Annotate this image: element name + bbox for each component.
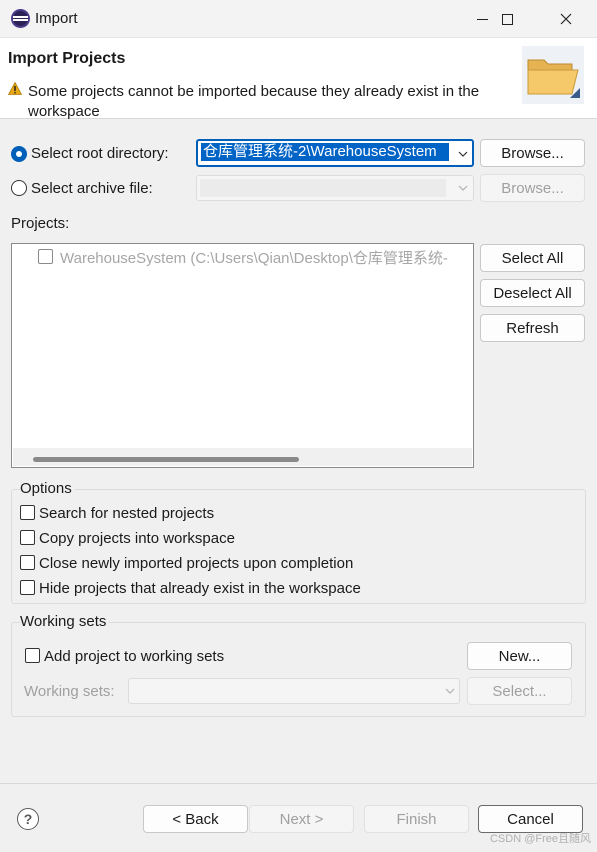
root-directory-radio[interactable] (11, 146, 27, 162)
window-title: Import (35, 10, 78, 27)
working-sets-label: Working sets: (24, 683, 115, 700)
warning-message: Some projects cannot be imported because… (28, 83, 480, 120)
page-title: Import Projects (8, 50, 126, 67)
back-button[interactable]: < Back (143, 805, 248, 833)
close-button[interactable] (543, 0, 589, 38)
add-working-set-checkbox[interactable] (25, 648, 40, 663)
browse-directory-button[interactable]: Browse... (480, 139, 585, 167)
close-imported-label[interactable]: Close newly imported projects upon compl… (39, 555, 353, 572)
title-bar: Import (0, 0, 597, 38)
add-working-set-label[interactable]: Add project to working sets (44, 648, 224, 665)
maximize-button[interactable] (484, 0, 530, 38)
root-directory-combo[interactable]: 仓库管理系统-2\WarehouseSystem (196, 139, 474, 167)
chevron-down-icon[interactable] (445, 686, 455, 696)
projects-tree[interactable]: WarehouseSystem (C:\Users\Qian\Desktop\仓… (11, 243, 474, 468)
projects-label: Projects: (11, 215, 70, 232)
next-button[interactable]: Next > (249, 805, 354, 833)
folder-icon (522, 46, 584, 104)
working-sets-title: Working sets (20, 613, 110, 630)
project-checkbox[interactable] (38, 249, 53, 264)
warning-icon (8, 82, 22, 95)
root-directory-label: Select root directory: (31, 145, 169, 162)
refresh-button[interactable]: Refresh (480, 314, 585, 342)
footer-separator (0, 783, 597, 784)
help-icon[interactable]: ? (17, 808, 39, 830)
copy-projects-checkbox[interactable] (20, 530, 35, 545)
select-working-sets-button[interactable]: Select... (467, 677, 572, 705)
project-list-item[interactable]: WarehouseSystem (C:\Users\Qian\Desktop\仓… (60, 247, 472, 268)
close-icon (560, 13, 572, 25)
nested-projects-label[interactable]: Search for nested projects (39, 505, 214, 522)
hide-existing-checkbox[interactable] (20, 580, 35, 595)
eclipse-app-icon (11, 9, 30, 28)
working-sets-combo[interactable] (128, 678, 460, 704)
header-banner: Import Projects Some projects cannot be … (0, 38, 597, 120)
nested-projects-checkbox[interactable] (20, 505, 35, 520)
deselect-all-button[interactable]: Deselect All (480, 279, 585, 307)
horizontal-scrollbar[interactable] (13, 448, 472, 466)
scrollbar-thumb[interactable] (33, 457, 299, 462)
cancel-button[interactable]: Cancel (478, 805, 583, 833)
close-imported-checkbox[interactable] (20, 555, 35, 570)
chevron-down-icon[interactable] (458, 149, 468, 159)
hide-existing-label[interactable]: Hide projects that already exist in the … (39, 580, 361, 597)
select-all-button[interactable]: Select All (480, 244, 585, 272)
watermark: CSDN @Free且随风 (489, 833, 591, 845)
new-working-set-button[interactable]: New... (467, 642, 572, 670)
maximize-icon (501, 13, 513, 25)
finish-button[interactable]: Finish (364, 805, 469, 833)
chevron-down-icon[interactable] (458, 183, 468, 193)
archive-file-field (200, 179, 446, 197)
copy-projects-label[interactable]: Copy projects into workspace (39, 530, 235, 547)
archive-file-combo[interactable] (196, 175, 474, 201)
archive-file-label: Select archive file: (31, 180, 153, 197)
archive-file-radio[interactable] (11, 180, 27, 196)
root-directory-value[interactable]: 仓库管理系统-2\WarehouseSystem (201, 143, 449, 161)
browse-archive-button[interactable]: Browse... (480, 174, 585, 202)
options-title: Options (20, 480, 75, 497)
